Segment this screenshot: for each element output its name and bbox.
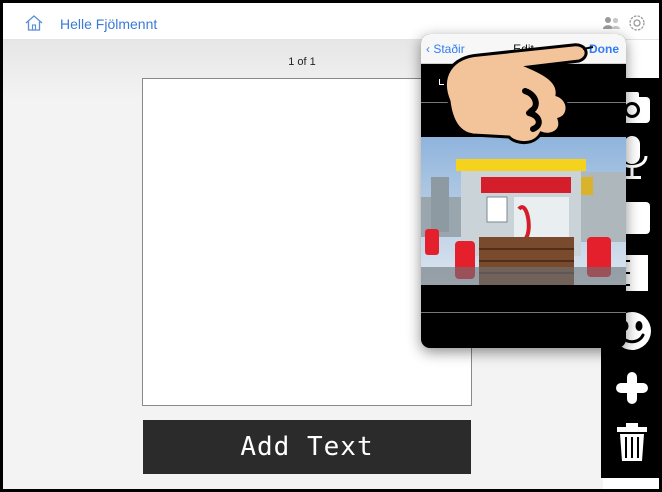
gear-icon[interactable] [627,13,647,33]
plus-icon [616,372,648,404]
photo-preview[interactable] [421,137,626,285]
page-title: Helle Fjölmennt [60,16,158,32]
home-icon[interactable] [25,15,43,31]
delete-button[interactable] [609,419,655,465]
add-text-button[interactable]: Add Text [143,420,471,474]
user-icon[interactable] [603,16,621,30]
add-button[interactable] [609,365,655,411]
pointing-hand-icon [444,43,594,144]
divider [421,312,626,313]
trash-icon [617,423,647,461]
app-window: Helle Fjölmennt 1 of 1 Add Text ‹ Staðir… [0,0,662,492]
page-counter: 1 of 1 [288,56,316,68]
